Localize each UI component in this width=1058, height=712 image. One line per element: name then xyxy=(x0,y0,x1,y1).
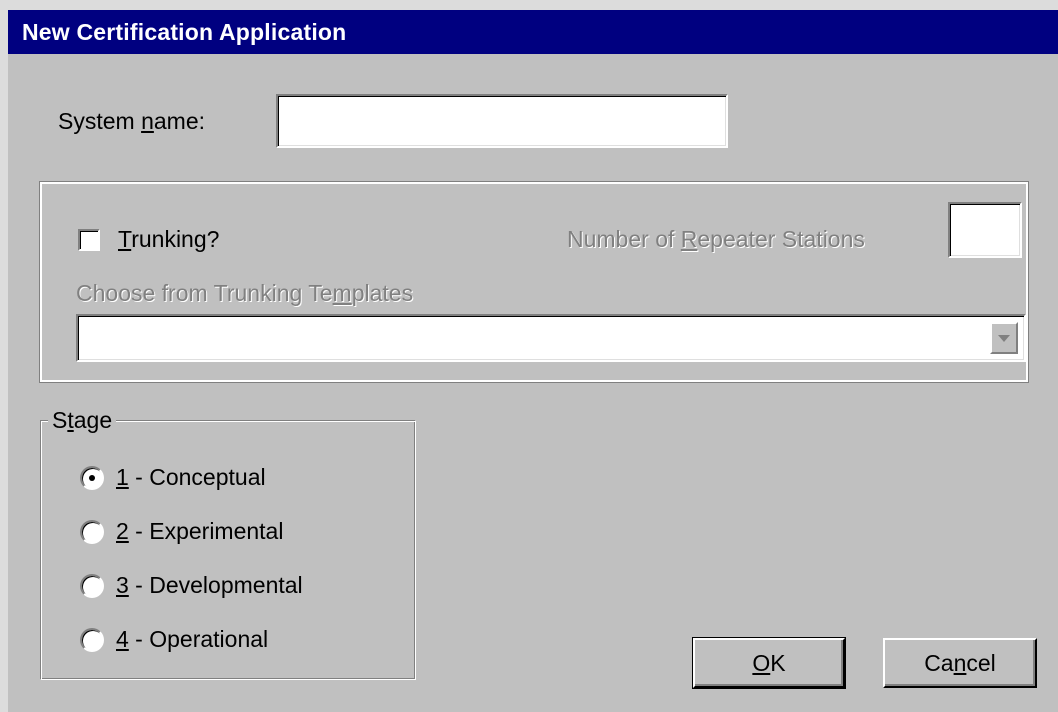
chevron-down-icon xyxy=(998,335,1010,342)
top-edge xyxy=(8,0,1058,10)
system-name-label: System name: xyxy=(58,108,206,134)
stage-option-3[interactable]: 3 - Developmental xyxy=(80,572,380,602)
radio-dot-icon xyxy=(89,475,95,481)
ok-button-label: O xyxy=(752,650,771,676)
title-bar[interactable]: New Certification Application xyxy=(8,10,1058,54)
repeater-stations-label: Number of Repeater Stations xyxy=(567,226,865,252)
ok-button[interactable]: OK xyxy=(692,637,846,689)
dialog-window: New Certification Application System nam… xyxy=(0,0,1058,712)
radio-button[interactable] xyxy=(80,466,104,490)
stage-legend: Stage xyxy=(48,407,117,434)
radio-button[interactable] xyxy=(80,628,104,652)
cancel-button[interactable]: Cancel xyxy=(883,638,1037,688)
templates-dropdown[interactable] xyxy=(76,314,1026,362)
stage-option-label: 4 - Operational xyxy=(116,626,269,652)
stage-option-label: 1 - Conceptual xyxy=(116,464,266,490)
stage-option-label: 2 - Experimental xyxy=(116,518,284,544)
radio-button[interactable] xyxy=(80,520,104,544)
trunking-group: Trunking? Number of Repeater Stations Ch… xyxy=(39,181,1029,383)
radio-button[interactable] xyxy=(80,574,104,598)
trunking-label[interactable]: Trunking? xyxy=(118,226,219,253)
window-title: New Certification Application xyxy=(22,19,347,45)
stage-option-label: 3 - Developmental xyxy=(116,572,303,598)
repeater-stations-input[interactable] xyxy=(948,202,1022,258)
stage-option-4[interactable]: 4 - Operational xyxy=(80,626,380,656)
dropdown-arrow-button[interactable] xyxy=(990,322,1018,354)
templates-label: Choose from Trunking Templates xyxy=(76,280,414,306)
stage-option-2[interactable]: 2 - Experimental xyxy=(80,518,380,548)
trunking-checkbox[interactable] xyxy=(78,229,100,251)
cancel-button-label: Ca xyxy=(924,650,954,676)
stage-option-1[interactable]: 1 - Conceptual xyxy=(80,464,380,494)
system-name-input[interactable] xyxy=(276,94,728,148)
